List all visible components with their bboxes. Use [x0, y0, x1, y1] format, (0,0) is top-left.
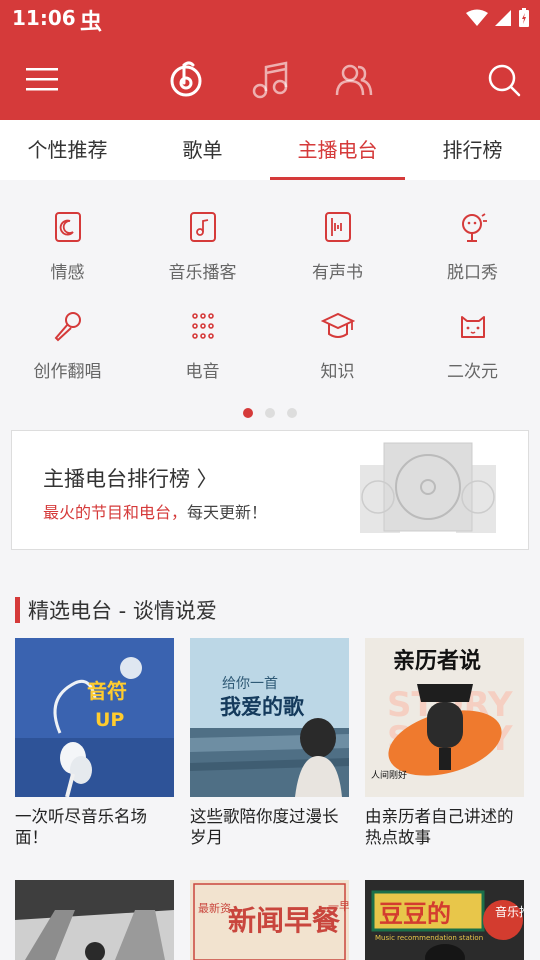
- category-electronic[interactable]: 电音: [135, 299, 270, 382]
- card-cover: 给你一首 我爱的歌: [190, 638, 349, 797]
- cover-side-text: 最新资: [198, 901, 231, 915]
- cover-text: 我爱的歌: [220, 695, 305, 719]
- radio-card[interactable]: 新闻早餐 最新资 一早知: [190, 880, 349, 960]
- page-dot: [265, 408, 275, 418]
- bug-notification-icon: 虫: [80, 10, 103, 35]
- cover-subtext: Music recommendation station: [375, 934, 483, 942]
- book-icon: [324, 212, 351, 242]
- cover-text: 人间刚好: [371, 769, 407, 781]
- card-caption: 这些歌陪你度过漫长岁月: [190, 807, 339, 847]
- app-bar: [0, 38, 540, 120]
- radio-card[interactable]: 给你一首 我爱的歌 这些歌陪你度过漫长岁月: [190, 638, 349, 848]
- radio-card[interactable]: STORY STORY 亲历者说 人间刚好 由亲历者自己讲述的热点故事: [365, 638, 524, 848]
- card-cover: [15, 880, 174, 960]
- cover-text: 亲历者说: [393, 648, 481, 674]
- category-knowledge[interactable]: 知识: [270, 299, 405, 382]
- page-dot: [287, 408, 297, 418]
- status-bar: 11:06 虫: [0, 0, 540, 38]
- card-cover: 豆豆的 Music recommendation station 音乐推: [365, 880, 524, 960]
- page-dot-active: [243, 408, 253, 418]
- search-icon[interactable]: [486, 62, 522, 98]
- cover-text: 音符: [87, 679, 127, 703]
- microphone-icon: [54, 312, 81, 342]
- cover-text: 给你一首: [222, 676, 278, 692]
- radio-card[interactable]: 豆豆的 Music recommendation station 音乐推: [365, 880, 524, 960]
- cover-side-text: 一早知: [328, 899, 349, 913]
- radio-ranking-banner[interactable]: 主播电台排行榜 〉 最火的节目和电台，每天更新！: [11, 430, 529, 550]
- dot-grid-icon: [191, 313, 214, 339]
- tab-recommend[interactable]: 个性推荐: [0, 120, 135, 180]
- card-cover: STORY STORY 亲历者说 人间刚好: [365, 638, 524, 797]
- category-label: 电音: [185, 362, 220, 382]
- category-label: 二次元: [447, 362, 498, 382]
- battery-icon: [519, 8, 529, 27]
- radio-card[interactable]: [15, 880, 174, 960]
- cover-text: 豆豆的: [379, 900, 451, 928]
- category-audiobook[interactable]: 有声书: [270, 200, 405, 283]
- vinyl-note-icon[interactable]: [166, 58, 206, 100]
- status-time: 11:06: [12, 6, 76, 30]
- music-card-icon: [189, 212, 216, 242]
- section-header: 精选电台 - 谈情说爱: [15, 596, 217, 624]
- tab-playlists[interactable]: 歌单: [135, 120, 270, 180]
- section-title: 精选电台 - 谈情说爱: [28, 599, 217, 623]
- category-label: 脱口秀: [447, 263, 498, 283]
- category-talkshow[interactable]: 脱口秀: [405, 200, 540, 283]
- tab-bar: 个性推荐 歌单 主播电台 排行榜: [0, 120, 540, 180]
- category-label: 知识: [320, 362, 355, 382]
- ranking-album-art: [360, 442, 496, 533]
- category-label: 音乐播客: [168, 263, 237, 283]
- category-label: 创作翻唱: [33, 362, 102, 382]
- category-label: 情感: [50, 263, 85, 283]
- wifi-icon: [466, 9, 488, 26]
- tab-radio[interactable]: 主播电台: [270, 120, 405, 180]
- category-label: 有声书: [312, 263, 363, 283]
- hamburger-menu-icon[interactable]: [24, 64, 60, 94]
- signal-icon: [495, 10, 511, 26]
- system-indicators: [466, 8, 530, 28]
- category-emotion[interactable]: 情感: [0, 200, 135, 283]
- cover-text: 新闻早餐: [228, 904, 341, 937]
- cat-face-icon: [460, 316, 485, 338]
- ranking-subtitle-highlight: 最火的节目和电台，: [43, 503, 188, 522]
- card-cover: 新闻早餐 最新资 一早知: [190, 880, 349, 960]
- card-caption: 由亲历者自己讲述的热点故事: [365, 807, 514, 847]
- ranking-subtitle: 最火的节目和电台，每天更新！: [43, 499, 267, 523]
- card-caption: 一次听尽音乐名场面！: [15, 807, 147, 847]
- radio-card[interactable]: 音符 UP 一次听尽音乐名场面！: [15, 638, 174, 848]
- moon-card-icon: [54, 212, 81, 242]
- section-accent-bar: [15, 597, 20, 623]
- page-indicator: [0, 408, 540, 418]
- cover-text: UP: [95, 709, 124, 731]
- cover-side-text: 音乐推: [495, 904, 524, 919]
- microphone-face-icon: [461, 213, 487, 242]
- friends-icon[interactable]: [334, 58, 374, 100]
- category-music-podcast[interactable]: 音乐播客: [135, 200, 270, 283]
- ranking-subtitle-rest: 每天更新！: [187, 503, 268, 522]
- ranking-title: 主播电台排行榜 〉: [43, 467, 218, 491]
- tab-charts[interactable]: 排行榜: [405, 120, 540, 180]
- music-note-icon[interactable]: [250, 58, 290, 100]
- graduation-cap-icon: [320, 312, 355, 338]
- category-cover-songs[interactable]: 创作翻唱: [0, 299, 135, 382]
- category-anime[interactable]: 二次元: [405, 299, 540, 382]
- card-cover: 音符 UP: [15, 638, 174, 797]
